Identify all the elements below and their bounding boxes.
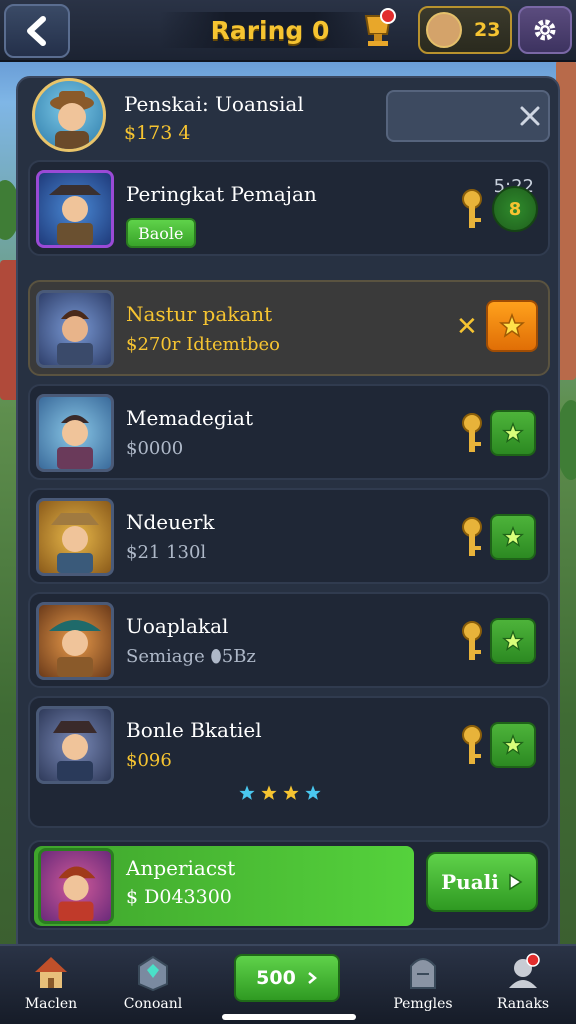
avatar: [36, 498, 114, 576]
player-name: Memadegiat: [126, 406, 254, 430]
house-icon: [35, 957, 67, 988]
key-icon: [462, 189, 482, 228]
profile-money: $173 4: [124, 122, 191, 144]
upgrade-button[interactable]: [490, 618, 536, 664]
nav-label: Maclen: [24, 996, 78, 1012]
upgrade-button[interactable]: [490, 722, 536, 768]
star-icon: [499, 313, 525, 338]
notification-dot-icon: [526, 953, 540, 967]
player-name: Uoaplakal: [126, 614, 229, 638]
trophy-icon[interactable]: [360, 8, 396, 48]
player-sub: $0000: [126, 438, 184, 459]
bottom-nav: Maclen Conoanl 500 Pemgles Ranaks: [0, 944, 576, 1024]
character-portrait-icon: [50, 91, 94, 149]
avatar: [36, 706, 114, 784]
back-button[interactable]: [4, 4, 70, 58]
nav-item-home[interactable]: Maclen: [6, 952, 96, 1022]
list-item[interactable]: Uoaplakal Semiage ⬮5Bz: [28, 592, 550, 688]
list-item[interactable]: Nastur pakant $270r Idtemtbeo ✕: [28, 280, 550, 376]
tombstone-icon: [410, 958, 436, 989]
key-icon: [462, 621, 482, 660]
avatar: [36, 170, 114, 248]
player-sub: $21 130l: [126, 542, 207, 563]
player-name: Anperiacst: [126, 856, 236, 880]
page-title: Raring 0: [160, 12, 380, 48]
multiplier-icon: ✕: [456, 312, 478, 342]
star-icon: [502, 526, 524, 547]
profile-icon: [509, 953, 540, 988]
top-bar: Raring 0 23: [0, 0, 576, 62]
profile-avatar[interactable]: [32, 78, 106, 152]
star-rating: [238, 784, 322, 802]
player-sub: $096: [126, 750, 172, 771]
character-portrait-icon: [57, 310, 93, 365]
gem-box-icon: [138, 955, 168, 992]
star-icon: [502, 630, 524, 651]
list-item[interactable]: Bonle Bkatiel $096: [28, 696, 550, 828]
boost-button[interactable]: [486, 300, 538, 352]
star-icon: [305, 785, 321, 800]
character-portrait-icon: [58, 866, 96, 921]
play-button[interactable]: Puali: [426, 852, 538, 912]
list-item[interactable]: Ndeuerk $21 130l: [28, 488, 550, 584]
nav-label: Conoanl: [123, 996, 183, 1012]
star-icon: [283, 785, 299, 800]
character-portrait-icon: [49, 185, 101, 245]
avatar: [426, 12, 462, 48]
player-name: Bonle Bkatiel: [126, 718, 262, 742]
nav-item-people[interactable]: Pemgles: [378, 952, 468, 1022]
list-item[interactable]: Peringkat Pemajan Baole 5:22 8: [28, 160, 550, 256]
nav-item-collection[interactable]: Conoanl: [108, 952, 198, 1022]
key-icon: [462, 725, 482, 764]
star-icon: [239, 785, 255, 800]
player-sub: Semiage ⬮5Bz: [126, 646, 256, 667]
key-icon: [462, 517, 482, 556]
profile-name: Penskai: Uoansial: [124, 92, 304, 116]
center-action-label: 500: [256, 967, 296, 989]
player-money: $ D043300: [126, 886, 232, 908]
coin-count: 23: [474, 19, 501, 41]
avatar: [36, 394, 114, 472]
nav-label: Ranaks: [496, 996, 550, 1012]
play-arrow-icon: [509, 873, 523, 891]
close-icon: [520, 106, 540, 126]
list-item[interactable]: Memadegiat $0000: [28, 384, 550, 480]
upgrade-button[interactable]: [490, 410, 536, 456]
settings-button[interactable]: [518, 6, 572, 54]
play-button-label: Puali: [441, 870, 499, 894]
star-icon: [261, 785, 277, 800]
upgrade-button[interactable]: [490, 514, 536, 560]
current-player-strip: Anperiacst $ D043300: [34, 846, 414, 926]
notification-dot-icon: [380, 8, 396, 24]
avatar: [36, 290, 114, 368]
character-portrait-icon: [49, 620, 101, 677]
current-player-row[interactable]: Anperiacst $ D043300 Puali: [28, 840, 550, 930]
leaderboard-panel: Penskai: Uoansial $173 4 Peringkat Pemaj…: [16, 76, 560, 956]
home-indicator[interactable]: [222, 1014, 356, 1020]
rank-digit-icon: 8: [508, 198, 522, 220]
gear-icon: [534, 19, 556, 41]
character-portrait-icon: [51, 513, 99, 573]
nav-label: Pemgles: [393, 996, 453, 1012]
close-button[interactable]: [514, 100, 546, 132]
key-icon: [462, 413, 482, 452]
character-portrait-icon: [53, 721, 97, 781]
avatar: [36, 602, 114, 680]
nav-item-ranks[interactable]: Ranaks: [478, 952, 568, 1022]
back-arrow-icon: [27, 16, 46, 46]
star-icon: [502, 422, 524, 443]
chevron-right-icon: [308, 972, 317, 984]
coin-counter[interactable]: 23: [418, 6, 512, 54]
star-icon: [502, 734, 524, 755]
character-portrait-icon: [57, 415, 93, 469]
player-sub: $270r Idtemtbeo: [126, 334, 280, 355]
rank-button[interactable]: 8: [492, 186, 538, 232]
center-action-button[interactable]: 500: [234, 954, 340, 1002]
avatar: [38, 848, 114, 924]
player-name: Peringkat Pemajan: [126, 182, 317, 206]
status-badge[interactable]: Baole: [126, 218, 196, 248]
player-name: Nastur pakant: [126, 302, 273, 326]
player-name: Ndeuerk: [126, 510, 215, 534]
